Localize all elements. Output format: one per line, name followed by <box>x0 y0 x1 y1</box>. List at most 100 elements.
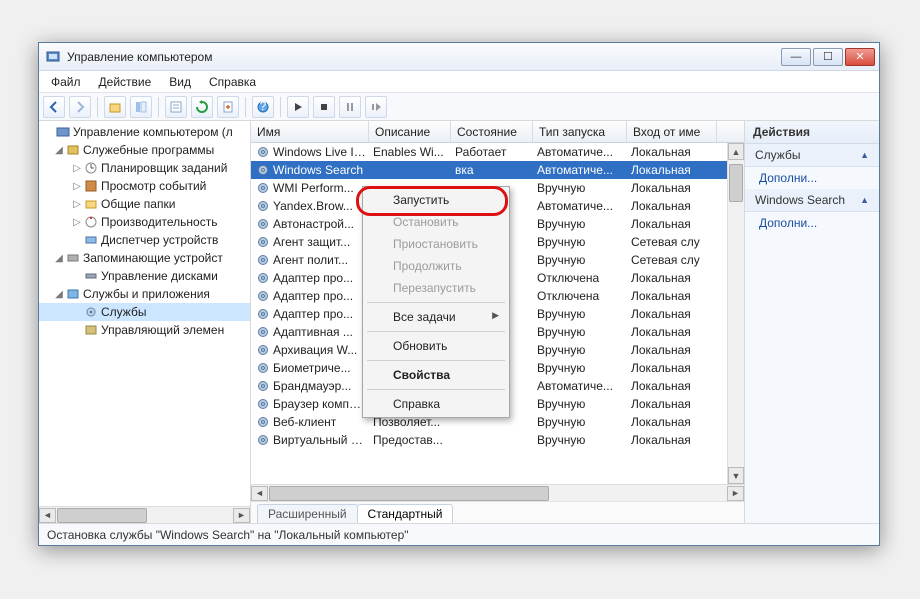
actions-section-services[interactable]: Службы▲ <box>745 144 879 167</box>
properties-button[interactable] <box>165 96 187 118</box>
gear-icon <box>255 288 271 304</box>
cell-name: Архивация W... <box>273 343 373 357</box>
pause-service-button[interactable] <box>339 96 361 118</box>
cell-startup: Автоматиче... <box>537 163 631 177</box>
tree-performance[interactable]: ▷Производительность <box>39 213 250 231</box>
gear-icon <box>255 162 271 178</box>
actions-more-1[interactable]: Дополни... <box>745 167 879 189</box>
refresh-button[interactable] <box>191 96 213 118</box>
service-row[interactable]: Windows Live ID S...Enables Wi...Работае… <box>251 143 744 161</box>
up-button[interactable] <box>104 96 126 118</box>
cell-name: Браузер компьют... <box>273 397 373 411</box>
tree-task-scheduler[interactable]: ▷Планировщик заданий <box>39 159 250 177</box>
cell-name: Windows Live ID S... <box>273 145 373 159</box>
gear-icon <box>255 396 271 412</box>
export-button[interactable] <box>217 96 239 118</box>
cell-startup: Вручную <box>537 433 631 447</box>
cell-name: WMI Perform... <box>273 181 373 195</box>
app-icon <box>45 49 61 65</box>
menu-action[interactable]: Действие <box>91 73 160 91</box>
cell-logon: Локальная <box>631 145 721 159</box>
gear-icon <box>255 378 271 394</box>
service-row[interactable]: Виртуальный дискПредостав...ВручнуюЛокал… <box>251 431 744 449</box>
tree-event-viewer[interactable]: ▷Просмотр событий <box>39 177 250 195</box>
cell-startup: Автоматиче... <box>537 379 631 393</box>
actions-more-2[interactable]: Дополни... <box>745 212 879 234</box>
ctx-stop[interactable]: Остановить <box>365 211 507 233</box>
actions-header: Действия <box>745 121 879 144</box>
tab-extended[interactable]: Расширенный <box>257 504 358 523</box>
cell-startup: Автоматиче... <box>537 199 631 213</box>
tree-horizontal-scrollbar[interactable]: ◄► <box>39 506 250 523</box>
cell-state: Работает <box>455 145 537 159</box>
toolbar: ? <box>39 93 879 121</box>
list-vertical-scrollbar[interactable]: ▲ ▼ <box>727 143 744 484</box>
restart-service-button[interactable] <box>365 96 387 118</box>
menu-file[interactable]: Файл <box>43 73 89 91</box>
ctx-resume[interactable]: Продолжить <box>365 255 507 277</box>
tree-device-manager[interactable]: Диспетчер устройств <box>39 231 250 249</box>
close-button[interactable]: ✕ <box>845 48 875 66</box>
actions-section-selected[interactable]: Windows Search▲ <box>745 189 879 212</box>
tree-system-tools[interactable]: ◢Служебные программы <box>39 141 250 159</box>
column-description[interactable]: Описание <box>369 121 451 142</box>
ctx-properties[interactable]: Свойства <box>365 364 507 386</box>
cell-desc: Enables Wi... <box>373 145 455 159</box>
ctx-all-tasks[interactable]: Все задачи▶ <box>365 306 507 328</box>
gear-icon <box>255 144 271 160</box>
menu-help[interactable]: Справка <box>201 73 264 91</box>
ctx-refresh[interactable]: Обновить <box>365 335 507 357</box>
cell-desc: Предостав... <box>373 433 455 447</box>
minimize-button[interactable]: — <box>781 48 811 66</box>
cell-startup: Вручную <box>537 181 631 195</box>
gear-icon <box>255 270 271 286</box>
column-logon[interactable]: Вход от име <box>627 121 717 142</box>
ctx-pause[interactable]: Приостановить <box>365 233 507 255</box>
actions-panel: Действия Службы▲ Дополни... Windows Sear… <box>745 121 879 523</box>
list-horizontal-scrollbar[interactable]: ◄► <box>251 484 744 501</box>
cell-logon: Локальная <box>631 343 721 357</box>
ctx-restart[interactable]: Перезапустить <box>365 277 507 299</box>
tree-storage[interactable]: ◢Запоминающие устройст <box>39 249 250 267</box>
cell-name: Адаптивная ... <box>273 325 373 339</box>
column-status[interactable]: Состояние <box>451 121 533 142</box>
start-service-button[interactable] <box>287 96 309 118</box>
tree-root[interactable]: Управление компьютером (л <box>39 123 250 141</box>
forward-button[interactable] <box>69 96 91 118</box>
service-row[interactable]: Windows SearchвкаАвтоматиче...Локальная <box>251 161 744 179</box>
cell-name: Автонастрой... <box>273 217 373 231</box>
titlebar[interactable]: Управление компьютером — ☐ ✕ <box>39 43 879 71</box>
cell-logon: Локальная <box>631 415 721 429</box>
gear-icon <box>255 234 271 250</box>
cell-startup: Вручную <box>537 361 631 375</box>
tree-wmi-control[interactable]: Управляющий элемен <box>39 321 250 339</box>
cell-logon: Локальная <box>631 361 721 375</box>
console-tree[interactable]: Управление компьютером (л ◢Служебные про… <box>39 121 250 506</box>
cell-logon: Локальная <box>631 307 721 321</box>
back-button[interactable] <box>43 96 65 118</box>
cell-startup: Вручную <box>537 253 631 267</box>
help-button[interactable]: ? <box>252 96 274 118</box>
gear-icon <box>255 432 271 448</box>
maximize-button[interactable]: ☐ <box>813 48 843 66</box>
ctx-start[interactable]: Запустить <box>365 189 507 211</box>
submenu-arrow-icon: ▶ <box>492 310 499 321</box>
column-startup[interactable]: Тип запуска <box>533 121 627 142</box>
tab-standard[interactable]: Стандартный <box>357 504 454 523</box>
ctx-help[interactable]: Справка <box>365 393 507 415</box>
cell-logon: Локальная <box>631 325 721 339</box>
tree-services[interactable]: Службы <box>39 303 250 321</box>
tree-shared-folders[interactable]: ▷Общие папки <box>39 195 250 213</box>
cell-name: Адаптер про... <box>273 271 373 285</box>
cell-name: Биометриче... <box>273 361 373 375</box>
tree-services-apps[interactable]: ◢Службы и приложения <box>39 285 250 303</box>
ctx-separator <box>367 302 505 303</box>
gear-icon <box>255 342 271 358</box>
show-hide-button[interactable] <box>130 96 152 118</box>
menu-view[interactable]: Вид <box>161 73 199 91</box>
column-name[interactable]: Имя <box>251 121 369 142</box>
tree-disk-management[interactable]: Управление дисками <box>39 267 250 285</box>
stop-service-button[interactable] <box>313 96 335 118</box>
window-title: Управление компьютером <box>67 50 781 64</box>
cell-name: Windows Search <box>273 163 373 177</box>
